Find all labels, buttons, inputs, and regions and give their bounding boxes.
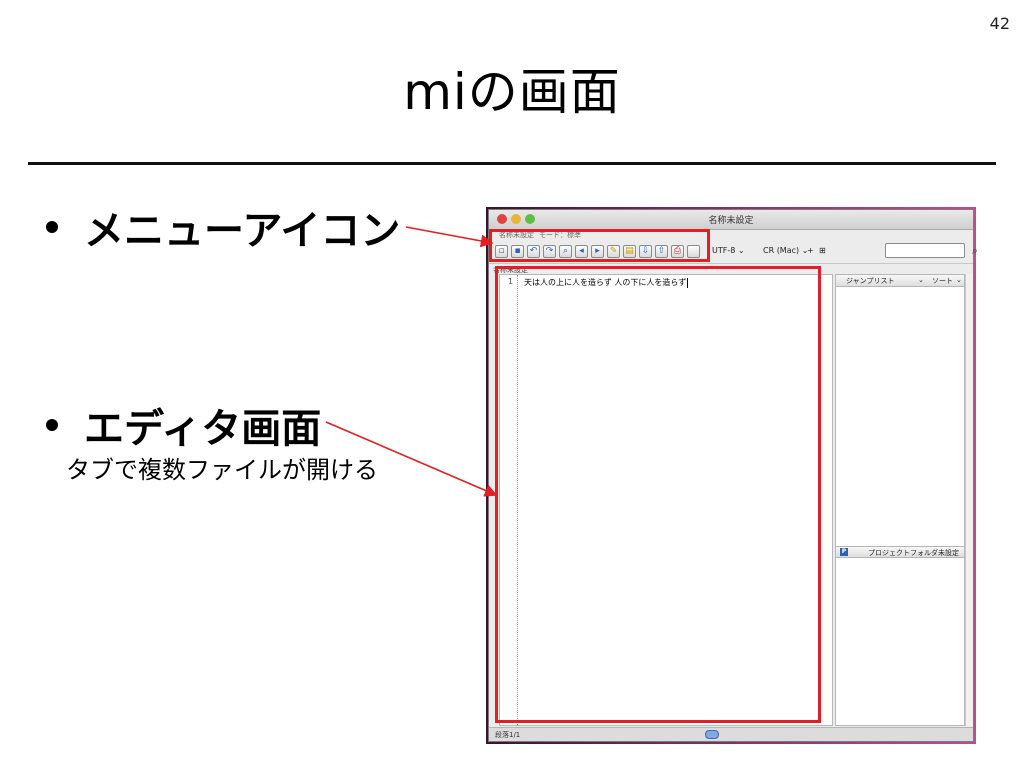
arrow-to-toolbar [405, 226, 494, 248]
search-field[interactable]: ⌕ [885, 243, 978, 258]
project-badge-icon: P [840, 548, 848, 556]
search-icon[interactable]: ⌕ [972, 244, 978, 258]
encoding-select[interactable]: UTF-8 ⌄ [712, 246, 745, 255]
sidebar-panel: ジャンプリスト ⌄ ソート ⌄ P プロジェクトフォルダ未設定 [835, 274, 965, 726]
chevron-down-icon: ⌄ [737, 246, 745, 255]
status-bar: 段落1/1 [489, 727, 973, 741]
tab-sort[interactable]: ソート [932, 276, 953, 286]
chevron-down-icon: ⌄ [918, 276, 924, 284]
encoding-value: UTF-8 [712, 246, 736, 255]
sidebar-scrollbar[interactable] [965, 274, 973, 726]
sidebar-header: ジャンプリスト ⌄ ソート ⌄ [836, 275, 964, 287]
grid-icon[interactable]: ⊞ [819, 246, 826, 255]
line-ending-value: CR (Mac) [763, 246, 800, 255]
window-titlebar: 名称未設定 [489, 210, 973, 230]
window-title: 名称未設定 [708, 216, 754, 226]
status-text: 段落1/1 [495, 731, 521, 739]
bullet-menu-icons: メニューアイコン [46, 198, 400, 256]
title-rule [28, 162, 996, 165]
add-icon[interactable]: + [807, 246, 814, 255]
bullet-subtext: タブで複数ファイルが開ける [66, 456, 378, 484]
chevron-down-icon: ⌄ [956, 276, 962, 284]
toolbar-highlight-box [489, 229, 710, 262]
bullet-editor-screen: エディタ画面 [46, 396, 321, 454]
project-header: P プロジェクトフォルダ未設定 [836, 546, 964, 558]
status-pill-icon[interactable] [705, 730, 719, 739]
slide-title: miの画面 [403, 63, 621, 121]
bullet-label: メニューアイコン [84, 208, 401, 254]
line-ending-select[interactable]: CR (Mac) ⌄ [763, 246, 808, 255]
page-number: 42 [989, 14, 1010, 33]
bullet-label: エディタ画面 [84, 406, 322, 452]
project-folder-label[interactable]: プロジェクトフォルダ未設定 [868, 548, 959, 558]
tab-jump-list[interactable]: ジャンプリスト [846, 276, 894, 286]
bullet-dot-icon [46, 419, 58, 431]
bullet-dot-icon [46, 221, 58, 233]
editor-highlight-box [495, 266, 821, 723]
